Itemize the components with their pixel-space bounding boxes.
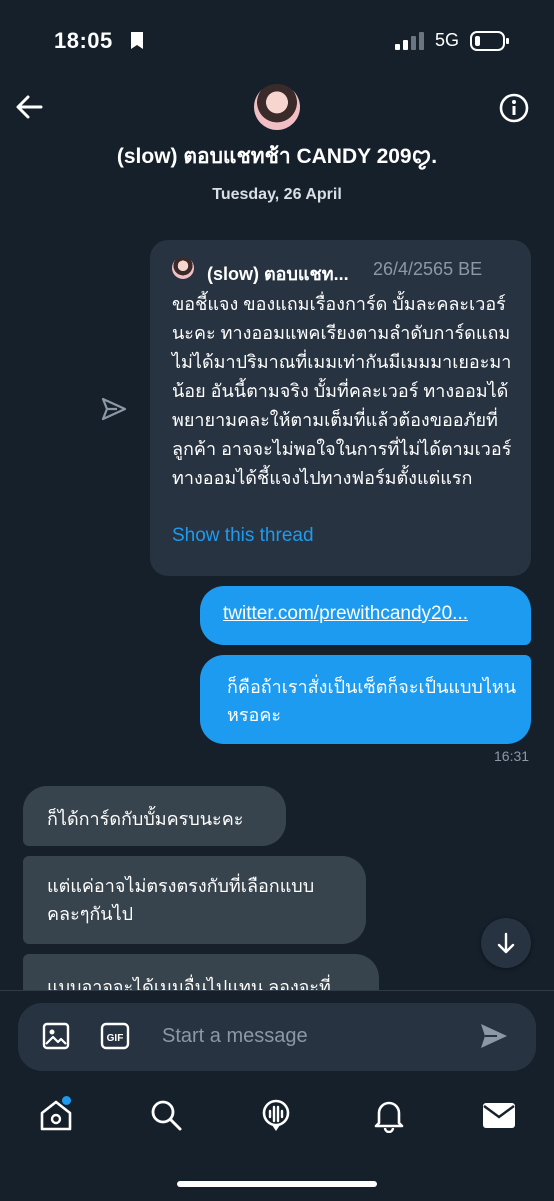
send-icon[interactable] [479,1022,509,1050]
gif-label: GIF [107,1033,124,1044]
date-separator: Tuesday, 26 April [212,186,342,203]
sent-message[interactable]: ก็คือถ้าเราสั่งเป็นเซ็ตก็จะเป็นแบบไหนหรอ… [200,655,531,744]
received-message[interactable]: แต่แค่อาจไม่ตรงตรงกับที่เลือกแบบคละๆกันไ… [23,856,366,944]
message-input[interactable] [150,1016,474,1056]
bookmark-icon [131,32,143,49]
notifications-icon[interactable] [371,1097,407,1133]
network-label: 5G [435,30,460,50]
message-text: ก็ได้การ์ดกับบั้มครบนะคะ [47,809,244,829]
search-icon[interactable] [148,1097,184,1133]
image-icon[interactable] [42,1022,70,1050]
battery-icon [470,31,509,51]
back-arrow-icon[interactable] [14,92,44,122]
received-message[interactable]: ก็ได้การ์ดกับบั้มครบนะคะ [23,786,286,846]
message-link-text[interactable]: twitter.com/prewithcandy20... [223,603,513,625]
messages-icon[interactable] [481,1097,517,1133]
message-text: แต่แค่อาจไม่ตรงตรงกับที่เลือกแบบคละๆกันไ… [47,876,315,924]
status-time: 18:05 [54,28,113,53]
sent-message-link[interactable]: twitter.com/prewithcandy20... [200,586,531,645]
signal-icon [395,32,424,50]
scroll-to-bottom-button[interactable] [481,918,531,968]
notification-dot [62,1096,71,1105]
quoted-tweet-author: (slow) ตอบแชท... [207,264,349,284]
gif-icon[interactable]: GIF [100,1022,130,1050]
share-icon[interactable] [100,396,128,422]
show-thread-link[interactable]: Show this thread [172,525,314,547]
home-indicator [177,1181,377,1187]
message-timestamp: 16:31 [494,748,530,764]
gif-frame-icon: GIF [100,1022,130,1050]
spaces-icon[interactable] [258,1097,294,1133]
arrow-down-icon [497,932,515,954]
quoted-tweet-date: 26/4/2565 BE [373,259,483,279]
message-text: ก็คือถ้าเราสั่งเป็นเซ็ตก็จะเป็นแบบไหนหรอ… [227,677,517,725]
quoted-tweet-avatar [172,257,194,279]
chat-title[interactable]: (slow) ตอบแชทช้า CANDY 209ꨄ︎. [0,140,554,173]
info-icon[interactable] [498,92,530,124]
avatar[interactable] [254,84,300,130]
quoted-tweet-text: ขอชี้แจง ของแถมเรื่องการ์ด บั้มละคละเวอร… [172,294,512,488]
